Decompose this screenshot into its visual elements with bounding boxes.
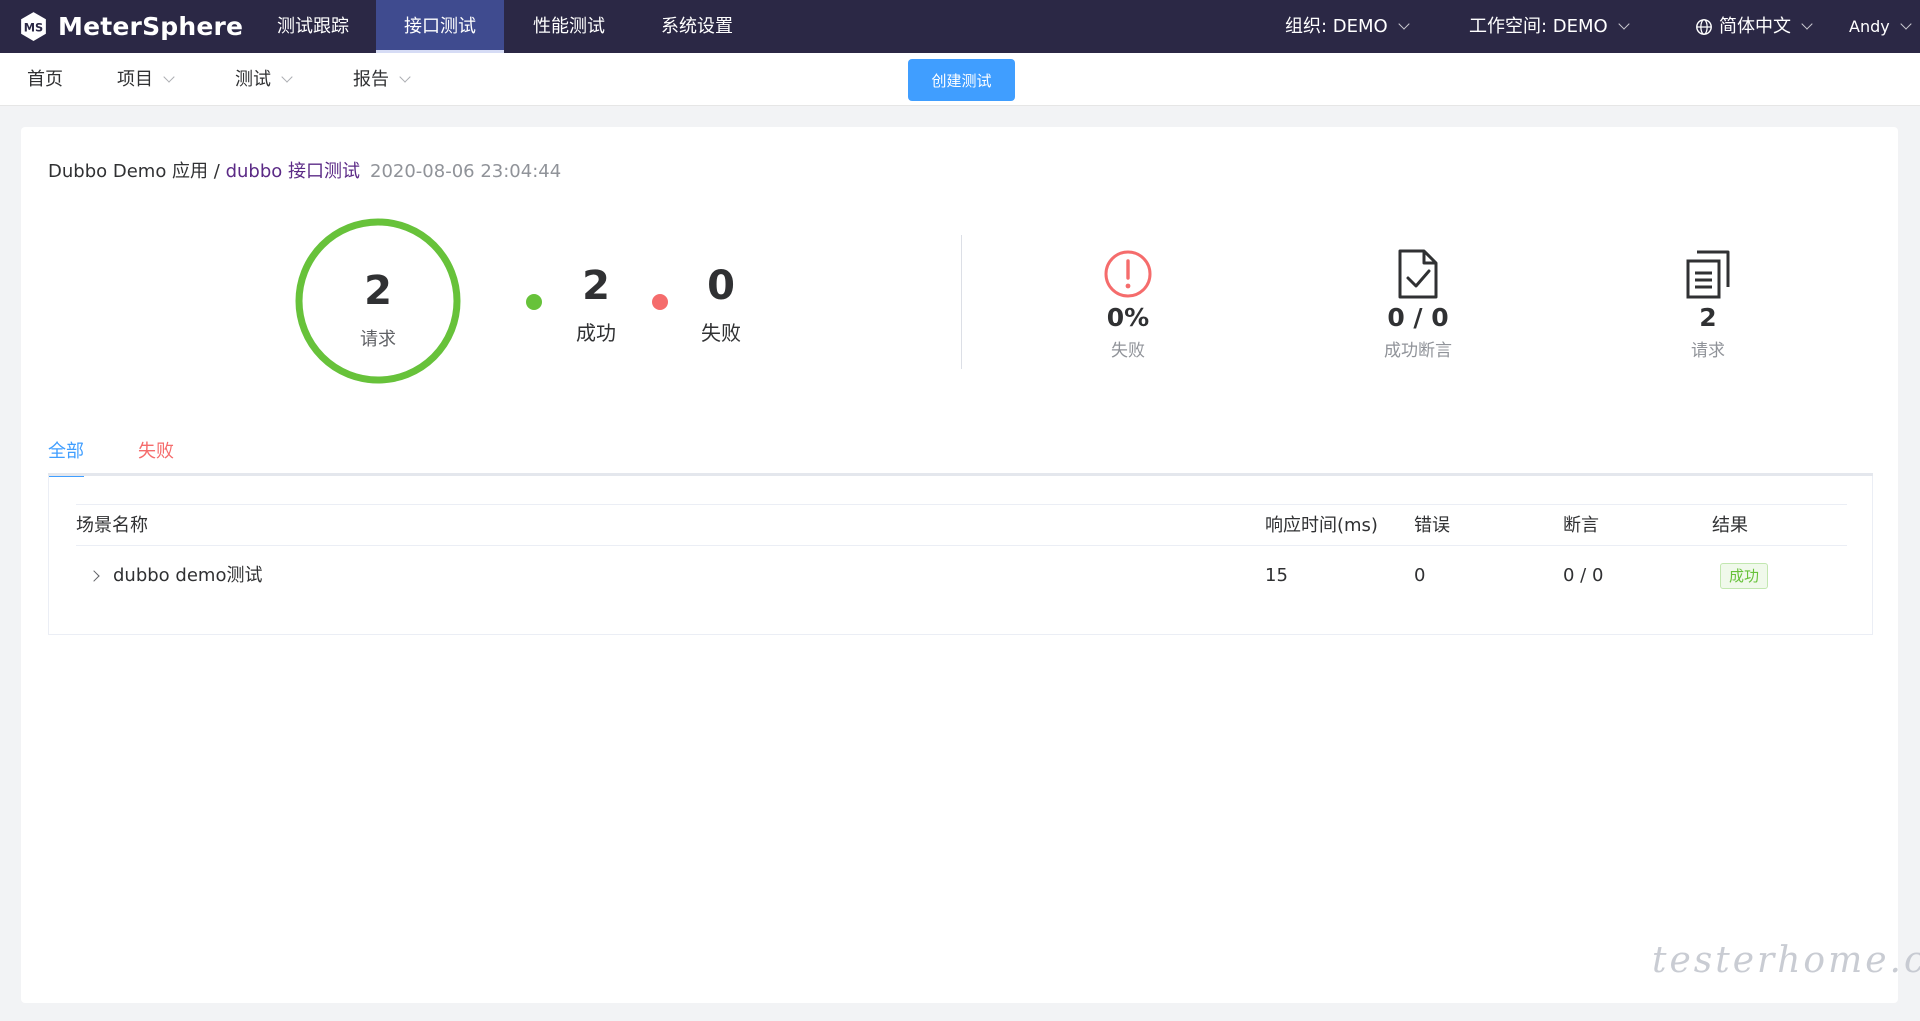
workspace-label: 工作空间: DEMO: [1469, 16, 1608, 37]
kpi-requests-value: 2: [1699, 303, 1717, 332]
language-label: 简体中文: [1719, 16, 1791, 37]
svg-text:MS: MS: [24, 21, 43, 35]
org-dropdown[interactable]: 组织: DEMO: [1285, 0, 1410, 53]
kpi-fail-rate-value: 0%: [1106, 303, 1150, 332]
language-dropdown[interactable]: 简体中文: [1695, 0, 1813, 53]
top-navbar: MS MeterSphere 测试跟踪 接口测试 性能测试 系统设置 组织: D…: [0, 0, 1920, 53]
topnav-test-tracking[interactable]: 测试跟踪: [257, 0, 369, 53]
row-errors: 0: [1414, 565, 1426, 586]
tab-fail[interactable]: 失败: [138, 437, 174, 477]
th-errors: 错误: [1414, 515, 1450, 536]
subnav-report-label: 报告: [353, 69, 389, 90]
metersphere-logo-icon: MS: [21, 12, 46, 41]
app-name: MeterSphere: [58, 12, 244, 41]
fail-label: 失败: [701, 321, 741, 345]
table-row[interactable]: dubbo demo测试 15 0 0 / 0 成功: [76, 546, 1847, 606]
copy-document-icon: [1686, 250, 1730, 299]
fail-count: 0: [707, 263, 735, 309]
report-card: Dubbo Demo 应用 / dubbo 接口测试 2020-08-06 23:…: [21, 127, 1898, 1003]
tab-all[interactable]: 全部: [48, 437, 84, 477]
create-test-button[interactable]: 创建测试: [908, 59, 1015, 101]
topnav-performance-test[interactable]: 性能测试: [513, 0, 625, 53]
globe-icon: [1696, 18, 1712, 35]
watermark-text: testerhome.com: [1652, 940, 1920, 981]
row-response-time: 15: [1265, 565, 1288, 586]
subnav-home[interactable]: 首页: [27, 53, 63, 106]
chevron-down-icon: [281, 70, 293, 83]
success-dot-icon: [526, 294, 542, 310]
user-dropdown[interactable]: Andy: [1849, 0, 1912, 53]
breadcrumb-test-name[interactable]: dubbo 接口测试: [226, 161, 360, 182]
result-status-badge: 成功: [1720, 563, 1769, 589]
fail-dot-icon: [652, 294, 668, 310]
th-response-time: 响应时间(ms): [1265, 515, 1378, 536]
kpi-fail-rate-label: 失败: [1111, 341, 1145, 361]
row-assertions: 0 / 0: [1563, 565, 1604, 586]
subnav-home-label: 首页: [27, 69, 63, 90]
chevron-right-icon[interactable]: [88, 570, 100, 582]
stats-divider: [961, 235, 962, 369]
breadcrumb: Dubbo Demo 应用 / dubbo 接口测试 2020-08-06 23:…: [48, 157, 561, 183]
topnav-system-settings[interactable]: 系统设置: [641, 0, 753, 53]
org-label: 组织: DEMO: [1285, 16, 1388, 37]
subnav-test-label: 测试: [235, 69, 271, 90]
chevron-down-icon: [399, 70, 411, 83]
app-logo[interactable]: MS MeterSphere: [17, 9, 243, 44]
th-result: 结果: [1712, 515, 1748, 536]
kpi-requests-label: 请求: [1691, 341, 1725, 361]
breadcrumb-separator: /: [208, 161, 226, 182]
workspace-dropdown[interactable]: 工作空间: DEMO: [1469, 0, 1630, 53]
total-requests-label: 请求: [360, 329, 396, 350]
breadcrumb-project[interactable]: Dubbo Demo 应用: [48, 161, 208, 182]
chevron-down-icon: [1618, 17, 1630, 30]
th-assertions: 断言: [1563, 515, 1599, 536]
subnav-report[interactable]: 报告: [353, 53, 411, 106]
table-header: 场景名称 响应时间(ms) 错误 断言 结果: [76, 504, 1847, 546]
alert-circle-icon: [1104, 250, 1152, 298]
success-count: 2: [582, 263, 610, 309]
chevron-down-icon: [1900, 17, 1912, 30]
topnav-api-test[interactable]: 接口测试: [376, 0, 504, 53]
chevron-down-icon: [1801, 17, 1813, 30]
kpi-assertion-value: 0 / 0: [1387, 303, 1449, 332]
scenario-table: 场景名称 响应时间(ms) 错误 断言 结果 dubbo demo测试 15 0…: [48, 476, 1873, 635]
report-timestamp: 2020-08-06 23:04:44: [370, 161, 562, 182]
chevron-down-icon: [163, 70, 175, 83]
subnav-project[interactable]: 项目: [117, 53, 175, 106]
subnav-project-label: 项目: [117, 69, 153, 90]
th-scenario-name: 场景名称: [76, 515, 148, 536]
document-check-icon: [1398, 249, 1438, 299]
subnav-test[interactable]: 测试: [235, 53, 293, 106]
total-requests-value: 2: [364, 268, 392, 314]
row-scenario-name: dubbo demo测试: [113, 565, 263, 586]
success-label: 成功: [576, 321, 616, 345]
chevron-down-icon: [1398, 17, 1410, 30]
kpi-assertion-label: 成功断言: [1384, 341, 1452, 361]
user-name: Andy: [1849, 17, 1890, 36]
